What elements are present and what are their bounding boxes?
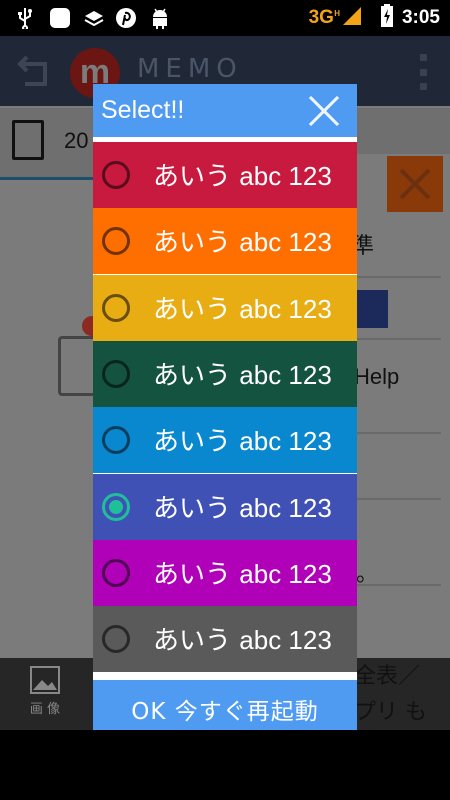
close-icon[interactable] (305, 92, 343, 130)
option-label: あいう abc 123 (153, 625, 332, 657)
color-option[interactable]: あいう abc 123 (93, 473, 357, 540)
background-text: プリ も (354, 700, 427, 725)
dialog-header: Select!! (93, 84, 357, 137)
overflow-menu-icon[interactable] (420, 54, 428, 90)
image-tab[interactable]: 画 像 (20, 666, 70, 726)
option-label: あいう abc 123 (153, 492, 332, 524)
navigation-bar (0, 730, 450, 800)
background-text: 全表／ (354, 664, 421, 689)
color-option[interactable]: あいう abc 123 (93, 208, 357, 275)
radio-unchecked-icon[interactable] (102, 227, 130, 256)
color-option[interactable]: あいう abc 123 (93, 407, 357, 474)
color-option[interactable]: あいう abc 123 (93, 606, 357, 673)
radio-checked-icon[interactable] (102, 492, 130, 521)
background-text: Help (354, 364, 400, 389)
color-option[interactable]: あいう abc 123 (93, 142, 357, 208)
divider (345, 432, 441, 434)
stack-icon (82, 6, 106, 30)
background-close-icon (387, 156, 443, 212)
app-title: MEMO (137, 54, 243, 84)
status-bar: 3G H 3:05 (0, 0, 450, 36)
option-label: あいう abc 123 (153, 426, 332, 458)
divider (345, 498, 441, 500)
signal-icon (342, 6, 362, 30)
option-label: あいう abc 123 (153, 293, 332, 325)
dialog-title: Select!! (101, 96, 185, 124)
battery-charging-icon (380, 4, 394, 32)
divider (345, 584, 441, 586)
color-option[interactable]: あいう abc 123 (93, 274, 357, 341)
option-label: あいう abc 123 (153, 359, 332, 391)
option-label: あいう abc 123 (153, 558, 332, 590)
color-option[interactable]: あいう abc 123 (93, 340, 357, 407)
clipboard-icon (12, 120, 44, 160)
select-dialog: Select!! あいう abc 123 あいう abc 123 あいう abc 1… (93, 84, 357, 750)
color-option[interactable]: あいう abc 123 (93, 539, 357, 606)
android-icon (148, 6, 172, 30)
option-label: あいう abc 123 (153, 227, 332, 259)
radio-unchecked-icon[interactable] (102, 558, 130, 587)
option-label: あいう abc 123 (153, 161, 332, 192)
radio-unchecked-icon[interactable] (102, 426, 130, 455)
clock: 3:05 (401, 7, 440, 28)
usb-icon (14, 6, 36, 30)
divider (345, 338, 441, 340)
radio-unchecked-icon[interactable] (102, 293, 130, 322)
memo-row-text: 20 (64, 128, 89, 153)
back-icon[interactable] (15, 54, 51, 88)
network-type: 3G H (308, 7, 340, 28)
ok-restart-label: OK 今すぐ再起動 (131, 699, 319, 725)
radio-unchecked-icon[interactable] (102, 161, 130, 189)
radio-unchecked-icon[interactable] (102, 625, 130, 654)
app-square-icon (48, 6, 72, 30)
radio-unchecked-icon[interactable] (102, 359, 130, 388)
divider (345, 276, 441, 278)
pinterest-icon (114, 6, 138, 30)
